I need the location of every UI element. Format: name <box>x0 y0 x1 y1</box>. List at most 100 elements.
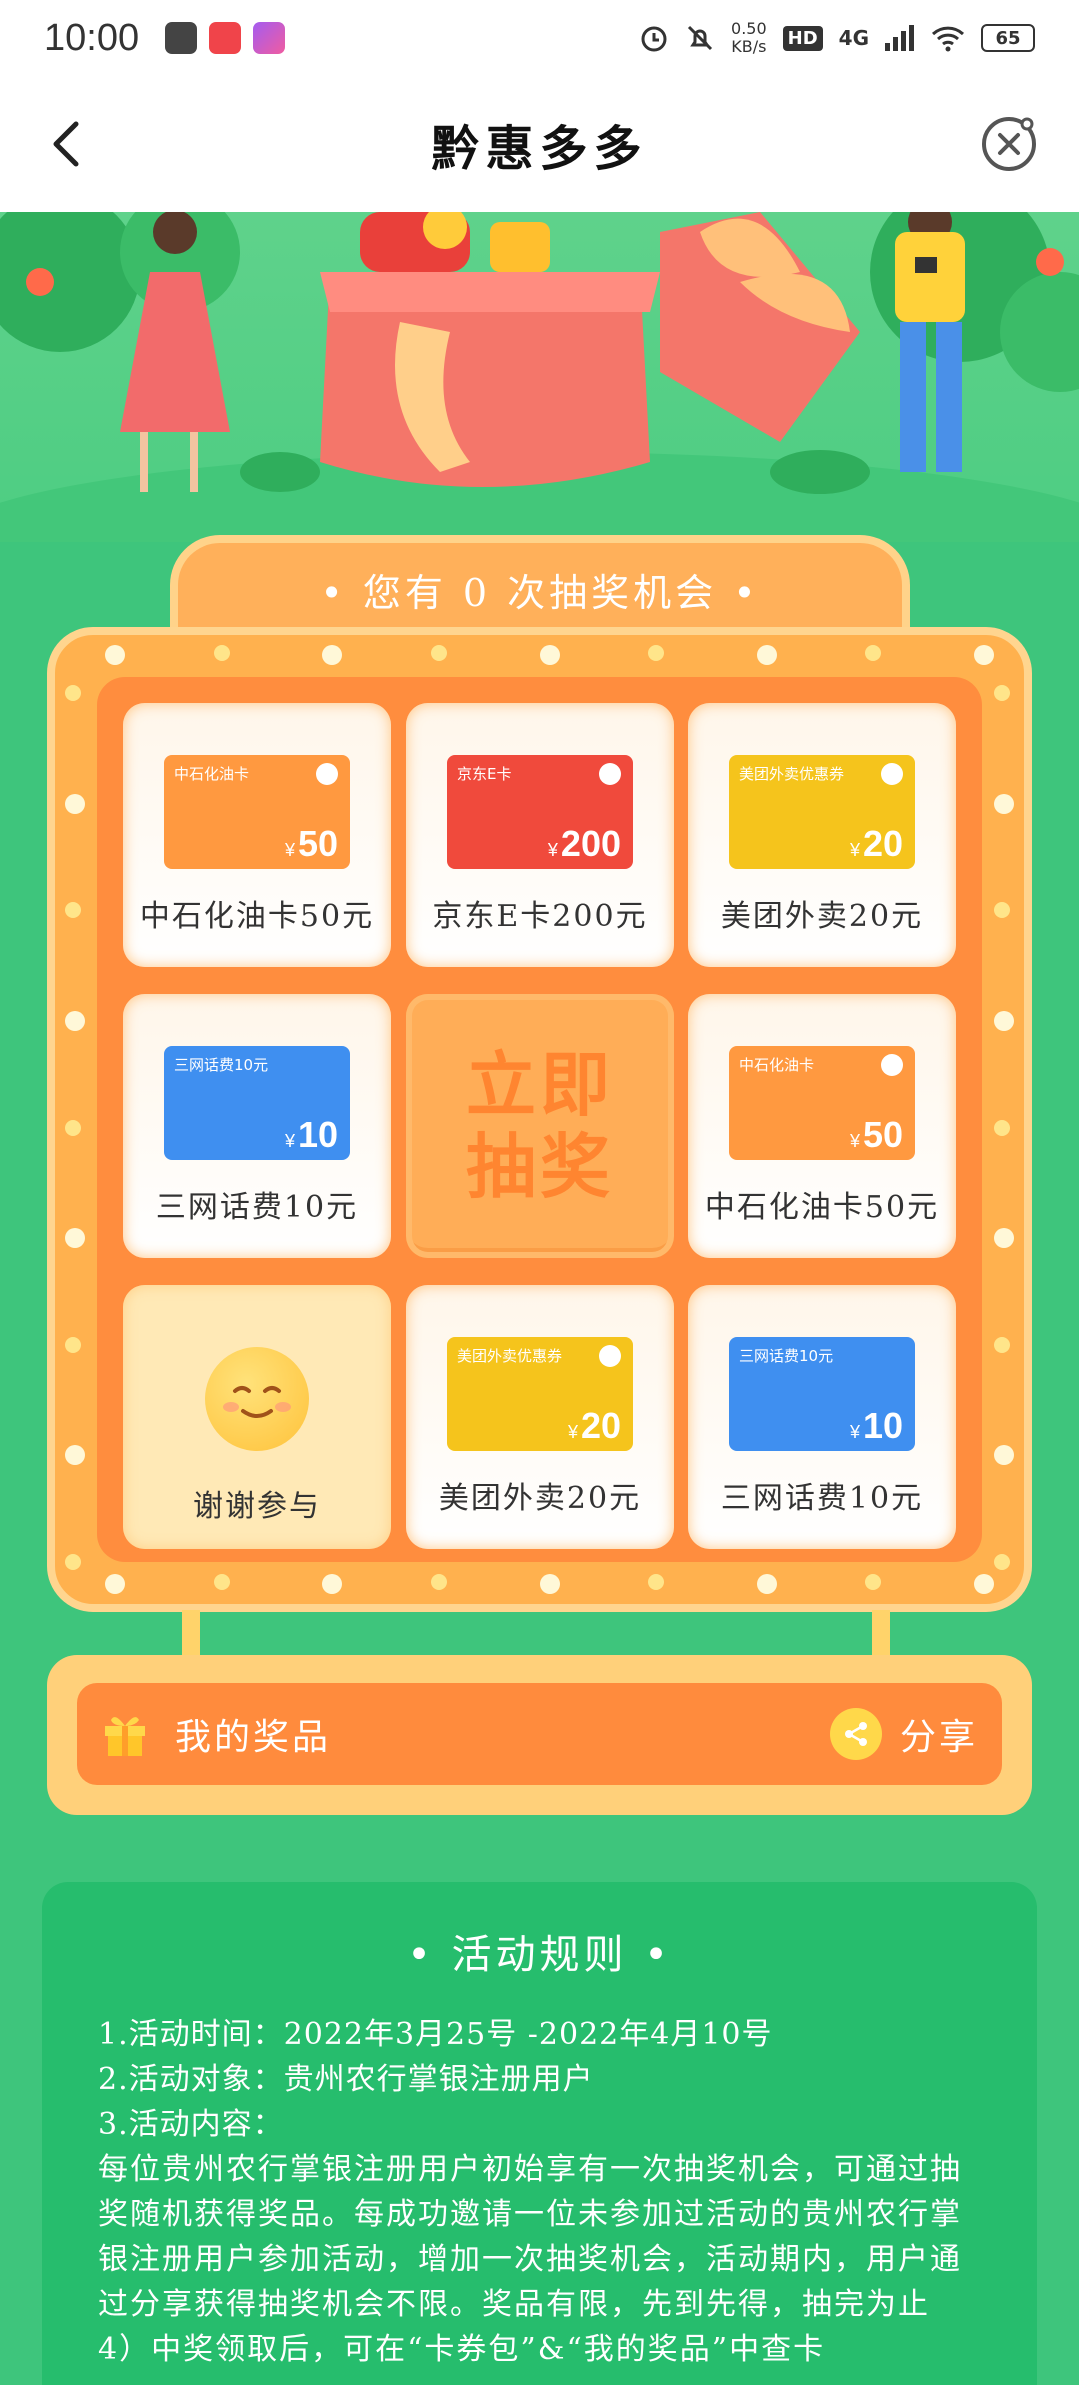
prize-cell: 中石化油卡 ¥50 中石化油卡50元 <box>123 703 391 967</box>
rule-line: 2.活动对象：贵州农行掌银注册用户 <box>98 2062 594 2097</box>
lottery-board: 中石化油卡 ¥50 中石化油卡50元 京东E卡 ¥200 京东E卡200元 美团… <box>47 627 1032 1612</box>
prize-label: 美团外卖20元 <box>720 899 924 934</box>
app-notification-icon <box>209 22 242 54</box>
share-icon <box>829 1708 882 1760</box>
jd-card-image: 京东E卡 ¥200 <box>447 755 633 869</box>
card-amount: ¥200 <box>547 823 621 864</box>
board-light-dot <box>65 1445 85 1466</box>
oil-card-image: 中石化油卡 ¥50 <box>164 755 350 869</box>
sinopec-logo-icon <box>881 1054 903 1076</box>
board-light-dot <box>65 902 81 919</box>
board-light-dot <box>65 1336 81 1353</box>
phone-credit-card-image: 三网话费10元 ¥10 <box>729 1337 915 1451</box>
banner-illustration <box>0 212 1079 542</box>
close-icon[interactable] <box>979 114 1039 174</box>
app-notification-icon <box>253 22 286 54</box>
card-amount: ¥20 <box>567 1405 621 1446</box>
board-light-dot <box>974 1574 994 1594</box>
rule-content: 每位贵州农行掌银注册用户初始享有一次抽奖机会，可通过抽奖随机获得奖品。每成功邀请… <box>98 2152 962 2322</box>
board-light-dot <box>994 793 1014 814</box>
board-light-dot <box>65 1119 81 1136</box>
notification-icons <box>165 22 286 54</box>
board-light-dot <box>994 1554 1010 1570</box>
board-post-right <box>872 1610 890 1660</box>
jd-logo-icon <box>599 763 621 785</box>
card-amount: ¥50 <box>284 823 338 864</box>
draw-button-label: 立即 抽奖 <box>466 1044 614 1208</box>
back-arrow-icon[interactable] <box>40 116 96 172</box>
board-light-dot <box>65 1554 81 1570</box>
prize-cell: 中石化油卡 ¥50 中石化油卡50元 <box>688 994 956 1258</box>
board-light-dot <box>994 1228 1014 1249</box>
rule-line: 3.活动内容： <box>98 2107 284 2142</box>
card-title: 中石化油卡 <box>739 1056 815 1074</box>
network-label: 4G <box>838 26 869 50</box>
board-light-dot <box>648 645 665 661</box>
board-light-dot <box>105 1574 125 1594</box>
share-button[interactable]: 分享 <box>829 1708 978 1760</box>
card-amount: ¥20 <box>849 823 903 864</box>
network-type: 4G <box>839 26 869 50</box>
draw-button[interactable]: 立即 抽奖 <box>406 994 674 1258</box>
board-light-dot <box>65 793 85 814</box>
board-light-dot <box>65 1228 85 1249</box>
prize-label: 美团外卖20元 <box>438 1481 642 1516</box>
card-amount: ¥10 <box>284 1114 338 1155</box>
gift-box-illustration <box>0 212 1079 542</box>
share-label: 分享 <box>899 1717 978 1758</box>
board-light-dot <box>322 1574 343 1594</box>
board-light-dot <box>105 645 125 665</box>
chances-header: • 您有 0 次抽奖机会 • <box>170 535 910 635</box>
net-speed-value: 0.50 <box>731 19 767 38</box>
prize-label: 京东E卡200元 <box>432 899 648 934</box>
rule-line-cut: 4）中奖领取后，可在“卡券包”&“我的奖品”中查卡 <box>98 2332 826 2367</box>
board-light-dot <box>65 685 81 701</box>
nav-bar: 黔惠多多 <box>0 76 1079 212</box>
board-light-dot <box>65 1010 85 1031</box>
board-light-dot <box>994 902 1010 919</box>
page-title: 黔惠多多 <box>431 121 648 177</box>
board-light-dot <box>213 1574 230 1590</box>
card-title: 京东E卡 <box>457 765 512 783</box>
board-light-dot <box>539 645 560 665</box>
board-light-dot <box>756 1574 777 1594</box>
my-prizes-button[interactable]: 我的奖品 分享 <box>77 1683 1002 1785</box>
card-title: 三网话费10元 <box>174 1056 269 1074</box>
board-light-dot <box>539 1574 560 1594</box>
prize-cell: 美团外卖优惠券 ¥20 美团外卖20元 <box>688 703 956 967</box>
prize-label: 三网话费10元 <box>720 1481 924 1516</box>
rules-title: • 活动规则 • <box>407 1932 672 1978</box>
net-speed-unit: KB/s <box>731 37 767 56</box>
prize-label: 中石化油卡50元 <box>704 1190 940 1225</box>
board-light-dot <box>974 645 994 665</box>
status-time: 10:00 <box>44 16 140 59</box>
board-light-dot <box>430 645 447 661</box>
board-light-dot <box>213 645 230 661</box>
prize-label: 谢谢参与 <box>193 1489 321 1524</box>
my-prizes-label: 我的奖品 <box>175 1717 332 1758</box>
phone-credit-card-image: 三网话费10元 ¥10 <box>164 1046 350 1160</box>
wifi-icon <box>931 26 965 52</box>
board-light-dot <box>322 645 343 665</box>
mute-bell-icon <box>687 25 713 51</box>
net-speed: 0.50 KB/s <box>731 20 767 56</box>
board-light-dot <box>648 1574 665 1590</box>
prize-cell: 京东E卡 ¥200 京东E卡200元 <box>406 703 674 967</box>
board-light-dot <box>865 1574 882 1590</box>
board-light-dot <box>430 1574 447 1590</box>
prize-cell: 美团外卖优惠券 ¥20 美团外卖20元 <box>406 1285 674 1549</box>
alarm-icon <box>641 26 667 52</box>
board-light-dot <box>994 685 1010 701</box>
board-light-dot <box>994 1336 1010 1353</box>
status-bar: 10:00 0.50 KB/s HD 4G 65 <box>0 0 1079 76</box>
sinopec-logo-icon <box>316 763 338 785</box>
card-amount: ¥10 <box>849 1405 903 1446</box>
board-light-dot <box>994 1445 1014 1466</box>
smile-face-icon <box>205 1347 309 1451</box>
prize-bar-frame: 我的奖品 分享 <box>47 1655 1032 1815</box>
meituan-logo-icon <box>599 1345 621 1367</box>
battery-level: 65 <box>995 27 1021 49</box>
lottery-grid: 中石化油卡 ¥50 中石化油卡50元 京东E卡 ¥200 京东E卡200元 美团… <box>97 677 982 1562</box>
prize-label: 中石化油卡50元 <box>139 899 375 934</box>
rules-panel: • 活动规则 • 1.活动时间：2022年3月25号 -2022年4月10号 2… <box>42 1882 1037 2385</box>
